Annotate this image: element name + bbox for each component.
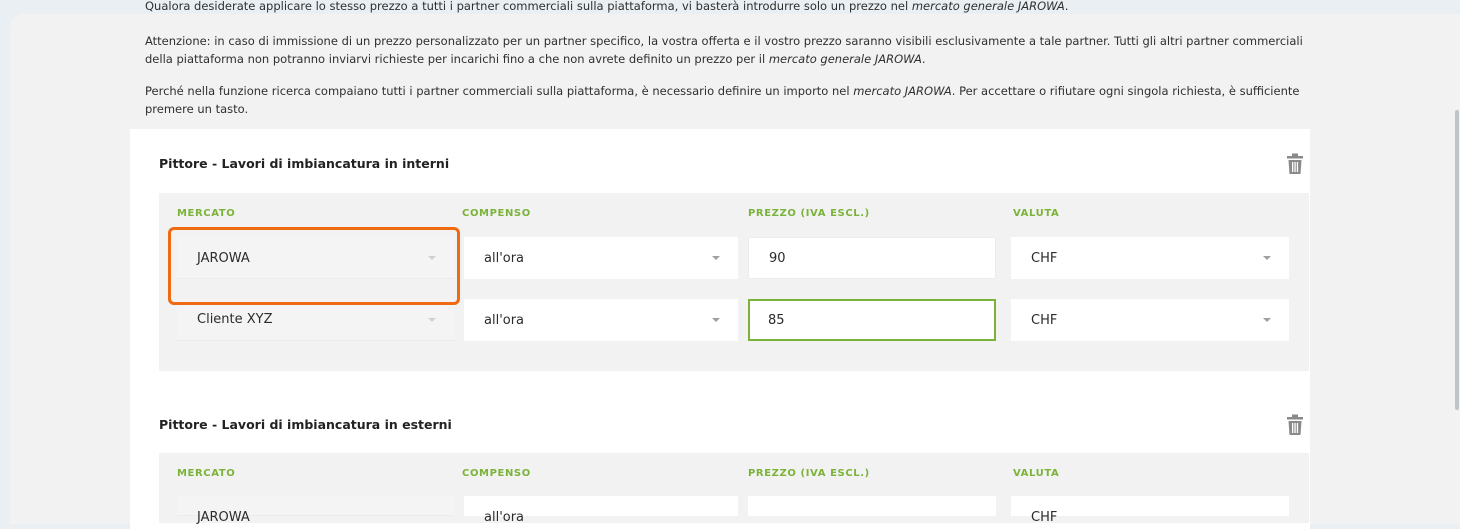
compensation-value: all'ora — [484, 251, 525, 266]
price-value: 85 — [768, 313, 785, 328]
compensation-select[interactable]: all'ora — [464, 496, 738, 525]
chevron-down-icon — [712, 318, 720, 322]
currency-select[interactable]: CHF — [1011, 237, 1289, 279]
column-header-price: PREZZO (IVA ESCL.) — [748, 468, 870, 479]
market-value: JAROWA — [197, 510, 250, 525]
column-header-compensation: COMPENSO — [462, 208, 531, 219]
chevron-down-icon — [1263, 256, 1271, 260]
price-input[interactable]: 90 — [748, 237, 996, 279]
compensation-value: all'ora — [484, 510, 525, 525]
intro-paragraph-0: Qualora desiderate applicare lo stesso p… — [145, 0, 1069, 13]
column-header-currency: VALUTA — [1013, 468, 1060, 479]
market-select[interactable]: JAROWA — [177, 496, 454, 525]
chevron-down-icon — [428, 318, 436, 322]
column-header-market: MERCATO — [177, 208, 236, 219]
column-header-market: MERCATO — [177, 468, 236, 479]
compensation-select[interactable]: all'ora — [464, 237, 738, 279]
highlight-box — [168, 227, 460, 305]
scrollbar[interactable] — [1455, 110, 1459, 410]
column-header-compensation: COMPENSO — [462, 468, 531, 479]
market-select[interactable]: Cliente XYZ — [177, 299, 454, 341]
currency-select[interactable]: CHF — [1011, 496, 1289, 525]
trash-icon[interactable] — [1286, 414, 1304, 436]
compensation-select[interactable]: all'ora — [464, 299, 738, 341]
currency-select[interactable]: CHF — [1011, 299, 1289, 341]
service-title: Pittore - Lavori di imbiancatura in este… — [159, 417, 452, 432]
chevron-down-icon — [1263, 318, 1271, 322]
price-input[interactable]: 85 — [748, 299, 996, 341]
column-header-price: PREZZO (IVA ESCL.) — [748, 208, 870, 219]
chevron-down-icon — [712, 256, 720, 260]
service-title: Pittore - Lavori di imbiancatura in inte… — [159, 156, 450, 171]
currency-value: CHF — [1031, 313, 1058, 328]
intro-paragraph-2: Perché nella funzione ricerca compaiano … — [145, 84, 1300, 116]
market-value: Cliente XYZ — [197, 312, 273, 327]
price-input[interactable] — [748, 496, 996, 516]
compensation-value: all'ora — [484, 313, 525, 328]
price-value: 90 — [769, 251, 786, 266]
currency-value: CHF — [1031, 510, 1058, 525]
currency-value: CHF — [1031, 251, 1058, 266]
column-header-currency: VALUTA — [1013, 208, 1060, 219]
trash-icon[interactable] — [1286, 153, 1304, 175]
intro-paragraph-1: Attenzione: in caso di immissione di un … — [145, 34, 1303, 66]
